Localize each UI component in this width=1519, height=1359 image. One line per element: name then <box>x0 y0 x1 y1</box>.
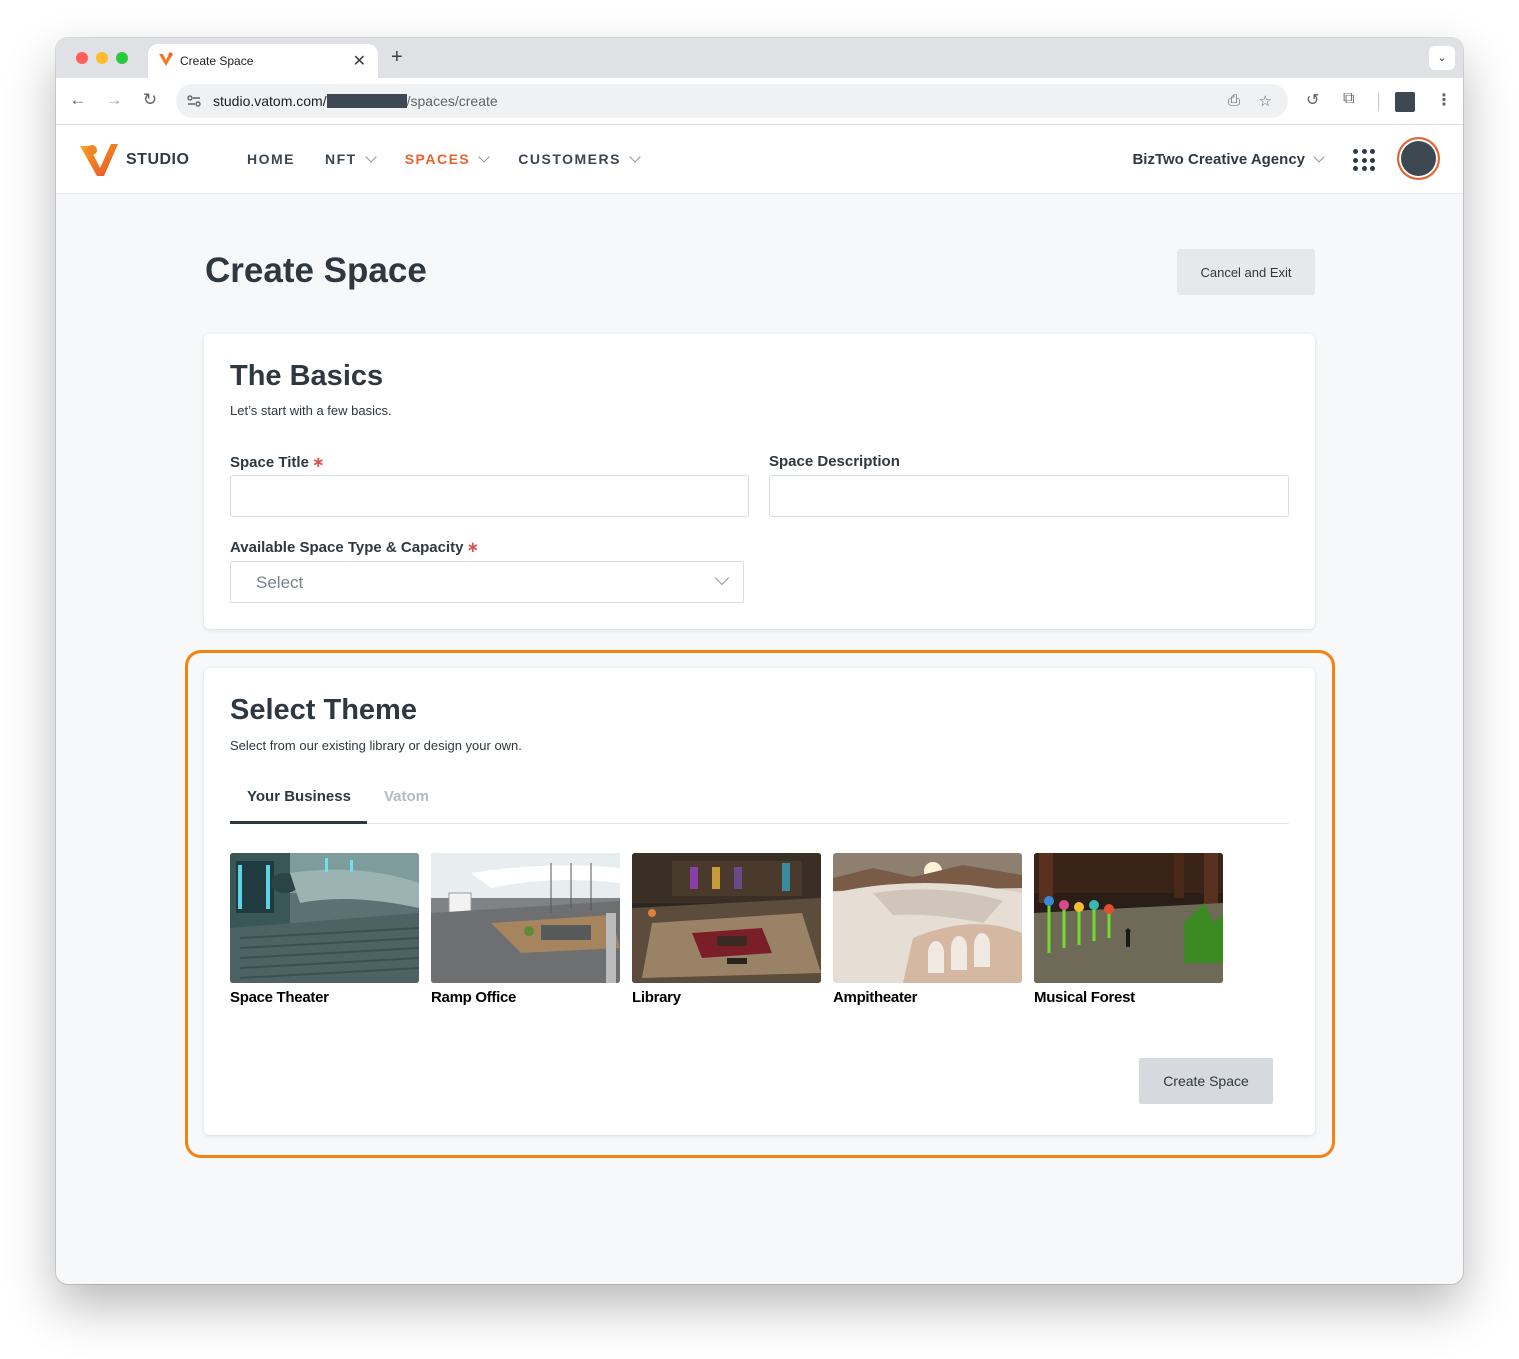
chevron-down-icon <box>365 150 377 163</box>
main-nav: HOME NFT SPACES CUSTOMERS <box>247 150 669 167</box>
vatom-favicon-icon <box>159 52 173 66</box>
url-domain: studio.vatom.com/ <box>213 93 327 109</box>
page-title: Create Space <box>205 251 427 290</box>
space-type-select[interactable]: Select <box>230 561 744 603</box>
space-description-input[interactable] <box>769 475 1289 517</box>
reload-icon[interactable]: ↻ <box>139 90 161 110</box>
forward-icon[interactable]: → <box>103 90 125 110</box>
site-settings-icon[interactable] <box>186 93 202 109</box>
chevron-down-icon <box>629 150 641 163</box>
theme-label: Library <box>632 989 681 1006</box>
active-tab-indicator <box>230 821 367 824</box>
theme-ampitheater[interactable]: Ampitheater <box>833 853 1022 1006</box>
space-title-input[interactable] <box>230 475 749 517</box>
space-title-label: Space Title ∗ <box>230 453 325 471</box>
theme-label: Ampitheater <box>833 989 918 1006</box>
cancel-and-exit-button[interactable]: Cancel and Exit <box>1177 249 1315 295</box>
org-switcher[interactable]: BizTwo Creative Agency <box>1132 151 1325 168</box>
ramp-office-thumbnail[interactable] <box>431 853 620 983</box>
nav-home-label: HOME <box>247 151 295 167</box>
basics-subtitle: Let’s start with a few basics. <box>230 403 392 418</box>
tab-search-button[interactable]: ⌄ <box>1429 46 1455 70</box>
vatom-logo-icon[interactable] <box>78 140 120 178</box>
browser-toolbar: ← → ↻ studio.vatom.com/ /spaces/create ⎙ … <box>56 78 1463 125</box>
address-bar[interactable]: studio.vatom.com/ /spaces/create ⎙ ☆ <box>176 84 1288 118</box>
avatar[interactable] <box>1397 137 1440 180</box>
musical-forest-thumbnail[interactable] <box>1034 853 1223 983</box>
close-window-button[interactable] <box>76 52 88 64</box>
browser-tab[interactable]: Create Space ✕ <box>148 44 378 78</box>
theme-heading: Select Theme <box>230 694 417 726</box>
ampitheater-thumbnail[interactable] <box>833 853 1022 983</box>
tab-vatom[interactable]: Vatom <box>384 788 429 805</box>
space-type-label: Available Space Type & Capacity ∗ <box>230 538 479 556</box>
bookmark-star-icon[interactable]: ☆ <box>1259 92 1272 110</box>
nav-home[interactable]: HOME <box>247 151 295 167</box>
nav-customers-label: CUSTOMERS <box>518 151 621 167</box>
apps-grid-icon[interactable] <box>1353 149 1375 171</box>
theme-musical-forest[interactable]: Musical Forest <box>1034 853 1223 1006</box>
theme-label: Musical Forest <box>1034 989 1135 1006</box>
chevron-down-icon <box>478 150 490 163</box>
back-icon[interactable]: ← <box>67 90 89 110</box>
brand-name: STUDIO <box>126 151 190 168</box>
org-name: BizTwo Creative Agency <box>1132 151 1305 168</box>
url-text: studio.vatom.com/ /spaces/create <box>213 93 498 109</box>
nav-nft-label: NFT <box>325 151 357 167</box>
tab-title: Create Space <box>180 54 254 68</box>
tab-your-business[interactable]: Your Business <box>247 788 351 805</box>
space-description-label: Space Description <box>769 453 900 470</box>
toolbar-divider <box>1378 93 1379 111</box>
browser-window: Create Space ✕ + ⌄ ← → ↻ studio.vatom.co… <box>56 38 1463 1284</box>
new-tab-button[interactable]: + <box>391 46 403 69</box>
theme-label: Space Theater <box>230 989 329 1006</box>
required-mark: ∗ <box>466 539 480 556</box>
theme-tabs: Your Business Vatom <box>230 774 1289 824</box>
required-mark: ∗ <box>311 454 325 471</box>
extensions-puzzle-icon[interactable]: ⧉ <box>1343 90 1354 108</box>
create-space-button[interactable]: Create Space <box>1139 1058 1273 1104</box>
theme-ramp-office[interactable]: Ramp Office <box>431 853 620 1006</box>
browser-menu-icon[interactable]: ⋮ <box>1436 90 1452 110</box>
chevron-down-icon <box>714 570 730 586</box>
space-title-label-text: Space Title <box>230 454 309 471</box>
install-app-icon[interactable]: ⎙ <box>1228 92 1240 109</box>
nav-nft[interactable]: NFT <box>325 150 377 167</box>
tab-close-icon[interactable]: ✕ <box>353 51 366 71</box>
chevron-down-icon <box>1313 151 1325 163</box>
theme-library[interactable]: Library <box>632 853 821 1006</box>
basics-heading: The Basics <box>230 360 384 392</box>
space-theater-thumbnail[interactable] <box>230 853 419 983</box>
maximize-window-button[interactable] <box>116 52 128 64</box>
nav-spaces-label: SPACES <box>404 151 471 167</box>
nav-customers[interactable]: CUSTOMERS <box>518 150 641 167</box>
space-type-label-text: Available Space Type & Capacity <box>230 539 464 556</box>
theme-label: Ramp Office <box>431 989 517 1006</box>
theme-subtitle: Select from our existing library or desi… <box>230 738 522 753</box>
redacted-segment <box>326 94 407 108</box>
tab-strip: Create Space ✕ + ⌄ <box>56 38 1463 78</box>
app-header: STUDIO HOME NFT SPACES CUSTOMERS BizTwo … <box>56 125 1463 194</box>
theme-space-theater[interactable]: Space Theater <box>230 853 419 1006</box>
profile-icon[interactable] <box>1395 92 1415 112</box>
nav-spaces[interactable]: SPACES <box>404 150 490 167</box>
extension-refresh-icon[interactable]: ↺ <box>1306 90 1319 110</box>
minimize-window-button[interactable] <box>96 52 108 64</box>
space-type-select-value: Select <box>256 573 304 592</box>
basics-card: The Basics Let’s start with a few basics… <box>204 334 1315 629</box>
select-theme-card: Select Theme Select from our existing li… <box>204 668 1315 1135</box>
url-path: /spaces/create <box>406 93 498 109</box>
library-thumbnail[interactable] <box>632 853 821 983</box>
